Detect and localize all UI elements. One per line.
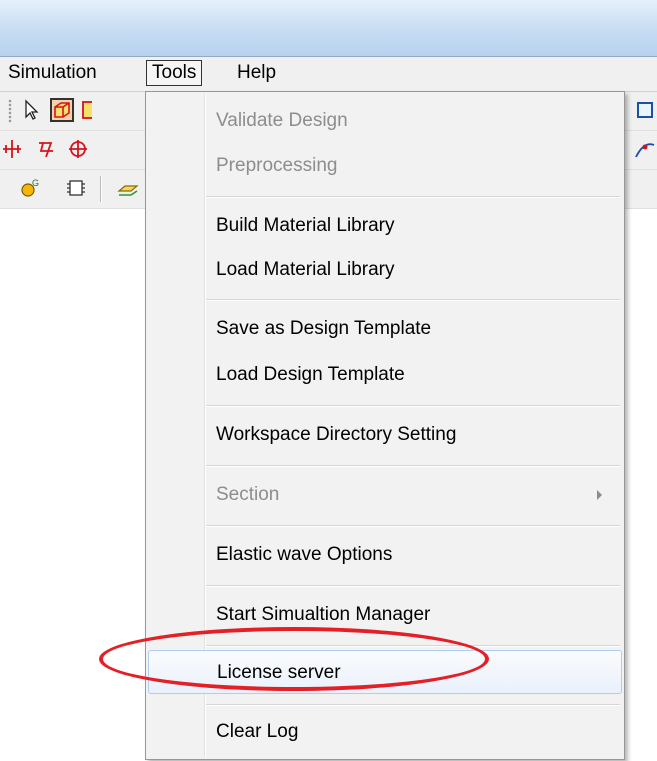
menu-separator bbox=[206, 465, 620, 467]
menu-item-section[interactable]: Section bbox=[148, 473, 622, 517]
menu-item-label: Load Design Template bbox=[216, 364, 405, 385]
menu-item-build-material-library[interactable]: Build Material Library bbox=[148, 204, 622, 248]
menu-separator bbox=[206, 405, 620, 407]
layer-icon[interactable] bbox=[116, 176, 140, 200]
menu-item-label: Preprocessing bbox=[216, 155, 338, 176]
box-3d-icon[interactable] bbox=[50, 98, 74, 122]
menu-item-validate-design[interactable]: Validate Design bbox=[148, 99, 622, 143]
menu-item-label: Workspace Directory Setting bbox=[216, 424, 457, 445]
submenu-arrow-icon bbox=[597, 490, 602, 500]
toolbar-separator bbox=[100, 176, 102, 202]
circle-target-icon[interactable] bbox=[66, 137, 90, 161]
menu-item-load-material-library[interactable]: Load Material Library bbox=[148, 248, 622, 292]
menu-item-label: Clear Log bbox=[216, 721, 299, 742]
menu-item-start-simulation-manager[interactable]: Start Simualtion Manager bbox=[148, 593, 622, 637]
cube-icon[interactable] bbox=[634, 98, 654, 122]
menu-item-label: Load Material Library bbox=[216, 259, 395, 280]
title-bar bbox=[0, 0, 657, 57]
curve-icon[interactable] bbox=[634, 137, 656, 161]
menu-separator bbox=[206, 299, 620, 301]
menu-item-clear-log[interactable]: Clear Log bbox=[148, 710, 622, 754]
menu-item-label: Elastic wave Options bbox=[216, 544, 393, 565]
select-arrow-icon[interactable] bbox=[20, 98, 44, 122]
menu-item-label: Start Simualtion Manager bbox=[216, 604, 431, 625]
app-window: Simulation Tools Help G Validate Design … bbox=[0, 0, 657, 761]
menu-separator bbox=[206, 585, 620, 587]
menu-item-license-server[interactable]: License server bbox=[148, 650, 622, 694]
menu-item-label: Validate Design bbox=[216, 110, 348, 131]
menu-separator bbox=[206, 645, 620, 647]
gear-node-icon[interactable]: G bbox=[18, 176, 42, 200]
menu-item-label: License server bbox=[217, 662, 341, 683]
menu-tools[interactable]: Tools bbox=[146, 60, 203, 86]
menu-item-label: Build Material Library bbox=[216, 215, 395, 236]
menu-item-save-as-design-template[interactable]: Save as Design Template bbox=[148, 307, 622, 351]
menu-bar: Simulation Tools Help bbox=[0, 57, 657, 92]
tools-dropdown-menu: Validate Design Preprocessing Build Mate… bbox=[145, 91, 625, 760]
menu-separator bbox=[206, 525, 620, 527]
box-3d-alt-icon[interactable] bbox=[80, 98, 92, 122]
chip-icon[interactable] bbox=[64, 176, 88, 200]
svg-text:G: G bbox=[32, 178, 39, 188]
menu-item-label: Section bbox=[216, 484, 280, 505]
menu-help[interactable]: Help bbox=[232, 60, 281, 86]
snap-icon[interactable] bbox=[0, 137, 24, 161]
menu-item-label: Save as Design Template bbox=[216, 318, 432, 339]
menu-item-elastic-wave-options[interactable]: Elastic wave Options bbox=[148, 533, 622, 577]
menu-item-load-design-template[interactable]: Load Design Template bbox=[148, 353, 622, 397]
menu-item-preprocessing[interactable]: Preprocessing bbox=[148, 144, 622, 188]
menu-simulation[interactable]: Simulation bbox=[3, 60, 102, 86]
toolbar-grip[interactable] bbox=[8, 99, 12, 123]
menu-separator bbox=[206, 196, 620, 198]
menu-item-workspace-directory-setting[interactable]: Workspace Directory Setting bbox=[148, 413, 622, 457]
menu-separator bbox=[206, 704, 620, 706]
anchor-icon[interactable] bbox=[34, 137, 58, 161]
